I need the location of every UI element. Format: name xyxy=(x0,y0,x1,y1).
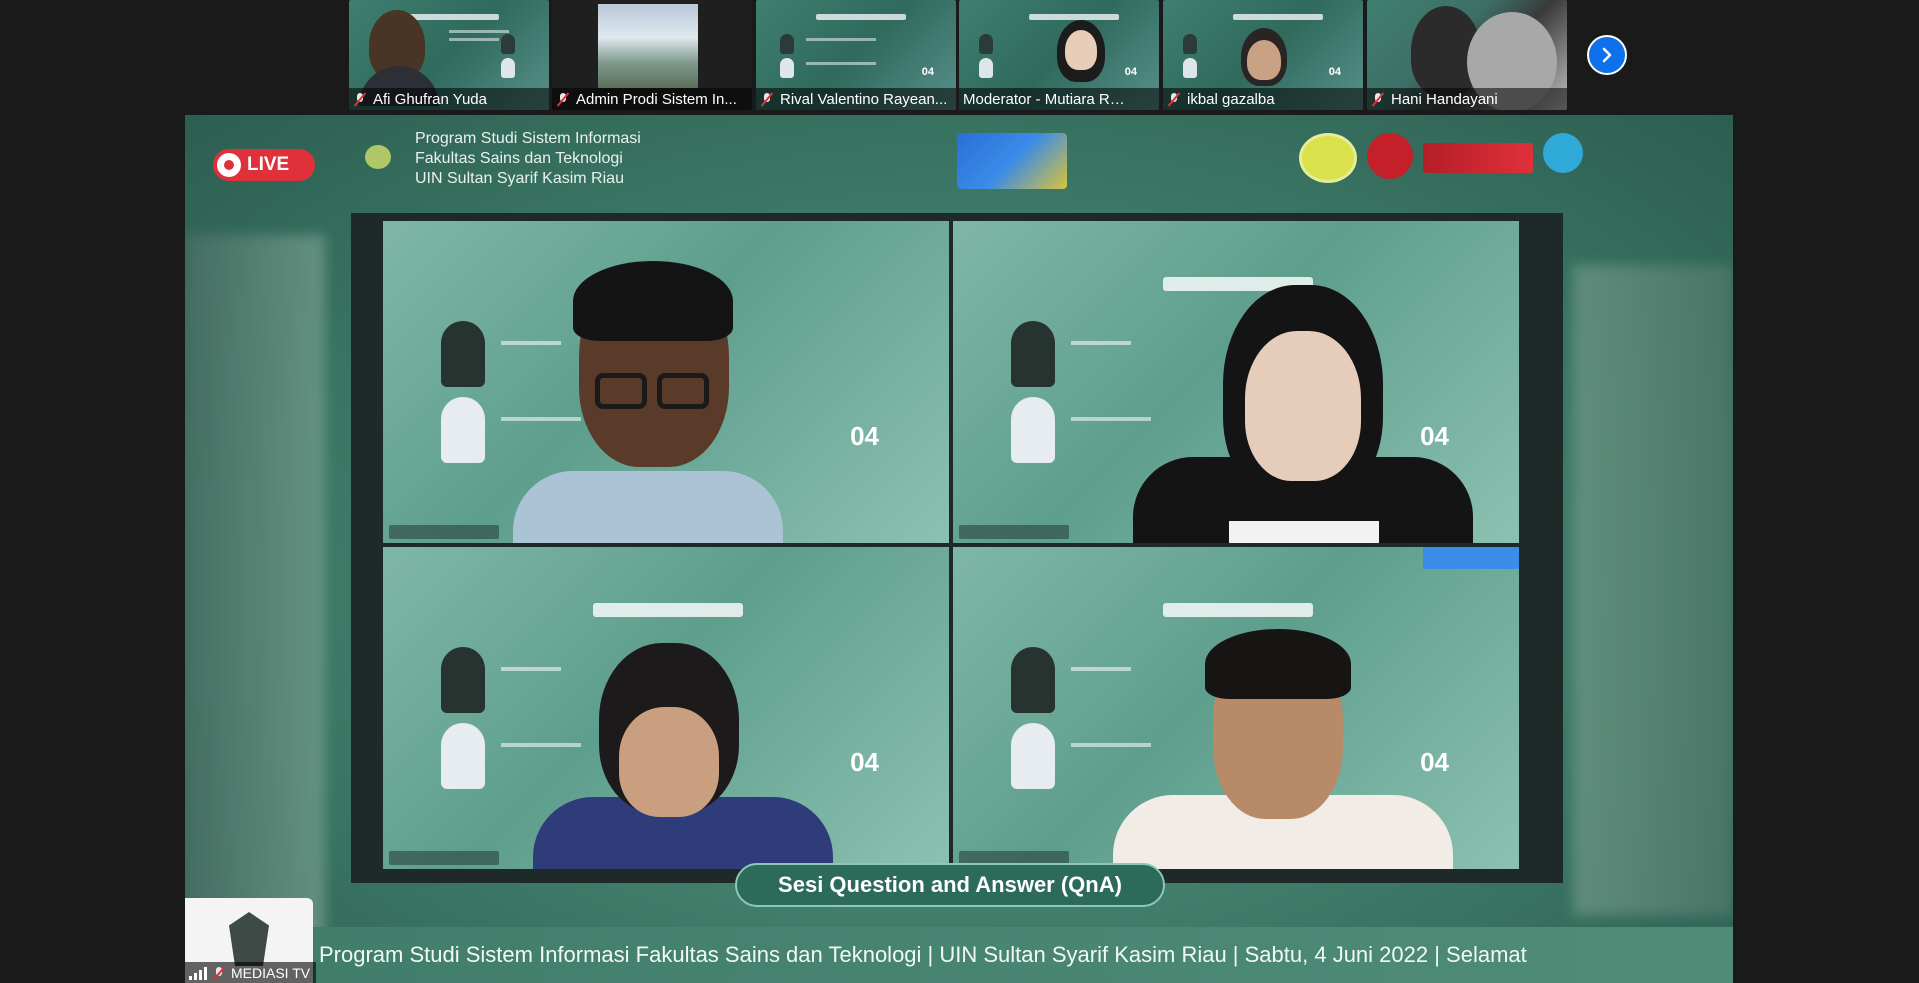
uin-logo-icon xyxy=(365,145,391,169)
microphone-muted-icon xyxy=(760,92,774,106)
signal-bars-icon xyxy=(189,966,207,980)
microphone-muted-icon xyxy=(212,966,226,980)
microphone-muted-icon xyxy=(353,92,367,106)
speaker-video: 04 xyxy=(383,547,949,869)
event-date: 04 xyxy=(850,747,879,777)
microphone-muted-icon xyxy=(1371,92,1385,106)
participant-name: Rival Valentino Rayean... xyxy=(780,90,948,108)
event-date: 04 xyxy=(1328,66,1341,78)
next-page-button[interactable] xyxy=(1587,35,1627,75)
participant-tile[interactable]: Admin Prodi Sistem In... xyxy=(552,0,752,110)
participant-name: Afi Ghufran Yuda xyxy=(373,90,487,108)
event-date: 04 xyxy=(1420,747,1449,777)
speaker-grid: 04 04 04 04 xyxy=(351,213,1563,883)
speaker-video: 04 xyxy=(383,221,949,543)
ticker-text: Program Studi Sistem Informasi Fakultas … xyxy=(319,942,1527,967)
speaker-video: 04 xyxy=(953,547,1519,869)
event-date: 04 xyxy=(1420,421,1449,451)
participant-tile[interactable]: 04 Rival Valentino Rayean... xyxy=(756,0,956,110)
main-video-stream[interactable]: LIVE Program Studi Sistem Informasi Faku… xyxy=(185,115,1733,983)
microphone-muted-icon xyxy=(1167,92,1181,106)
chevron-right-icon xyxy=(1602,47,1612,63)
self-view-label: MEDIASI TV xyxy=(185,962,317,983)
speaker-video: 04 xyxy=(953,221,1519,543)
participant-name: Hani Handayani xyxy=(1391,90,1498,108)
event-date: 04 xyxy=(850,421,879,451)
session-banner: Sesi Question and Answer (QnA) xyxy=(735,863,1165,907)
event-logo xyxy=(957,133,1067,189)
live-badge: LIVE xyxy=(213,149,315,181)
participant-tile[interactable]: 04 Moderator - Mutiara Rah... xyxy=(959,0,1159,110)
participant-tile[interactable]: Afi Ghufran Yuda xyxy=(349,0,549,110)
participant-strip: Afi Ghufran Yuda Admin Prodi Sistem In..… xyxy=(0,0,1919,112)
participant-name: Moderator - Mutiara Rah... xyxy=(963,90,1133,108)
event-date: 04 xyxy=(921,66,934,78)
partner-logos xyxy=(1299,133,1583,183)
microphone-muted-icon xyxy=(556,92,570,106)
stream-header: Program Studi Sistem Informasi Fakultas … xyxy=(415,130,641,187)
event-date: 04 xyxy=(1124,66,1137,78)
participant-name: ikbal gazalba xyxy=(1187,90,1275,108)
participant-tile[interactable]: 04 ikbal gazalba xyxy=(1163,0,1363,110)
participant-name: Admin Prodi Sistem In... xyxy=(576,90,737,108)
news-ticker: Program Studi Sistem Informasi Fakultas … xyxy=(185,927,1733,983)
live-dot-icon xyxy=(217,153,241,177)
participant-tile[interactable]: Hani Handayani xyxy=(1367,0,1567,110)
